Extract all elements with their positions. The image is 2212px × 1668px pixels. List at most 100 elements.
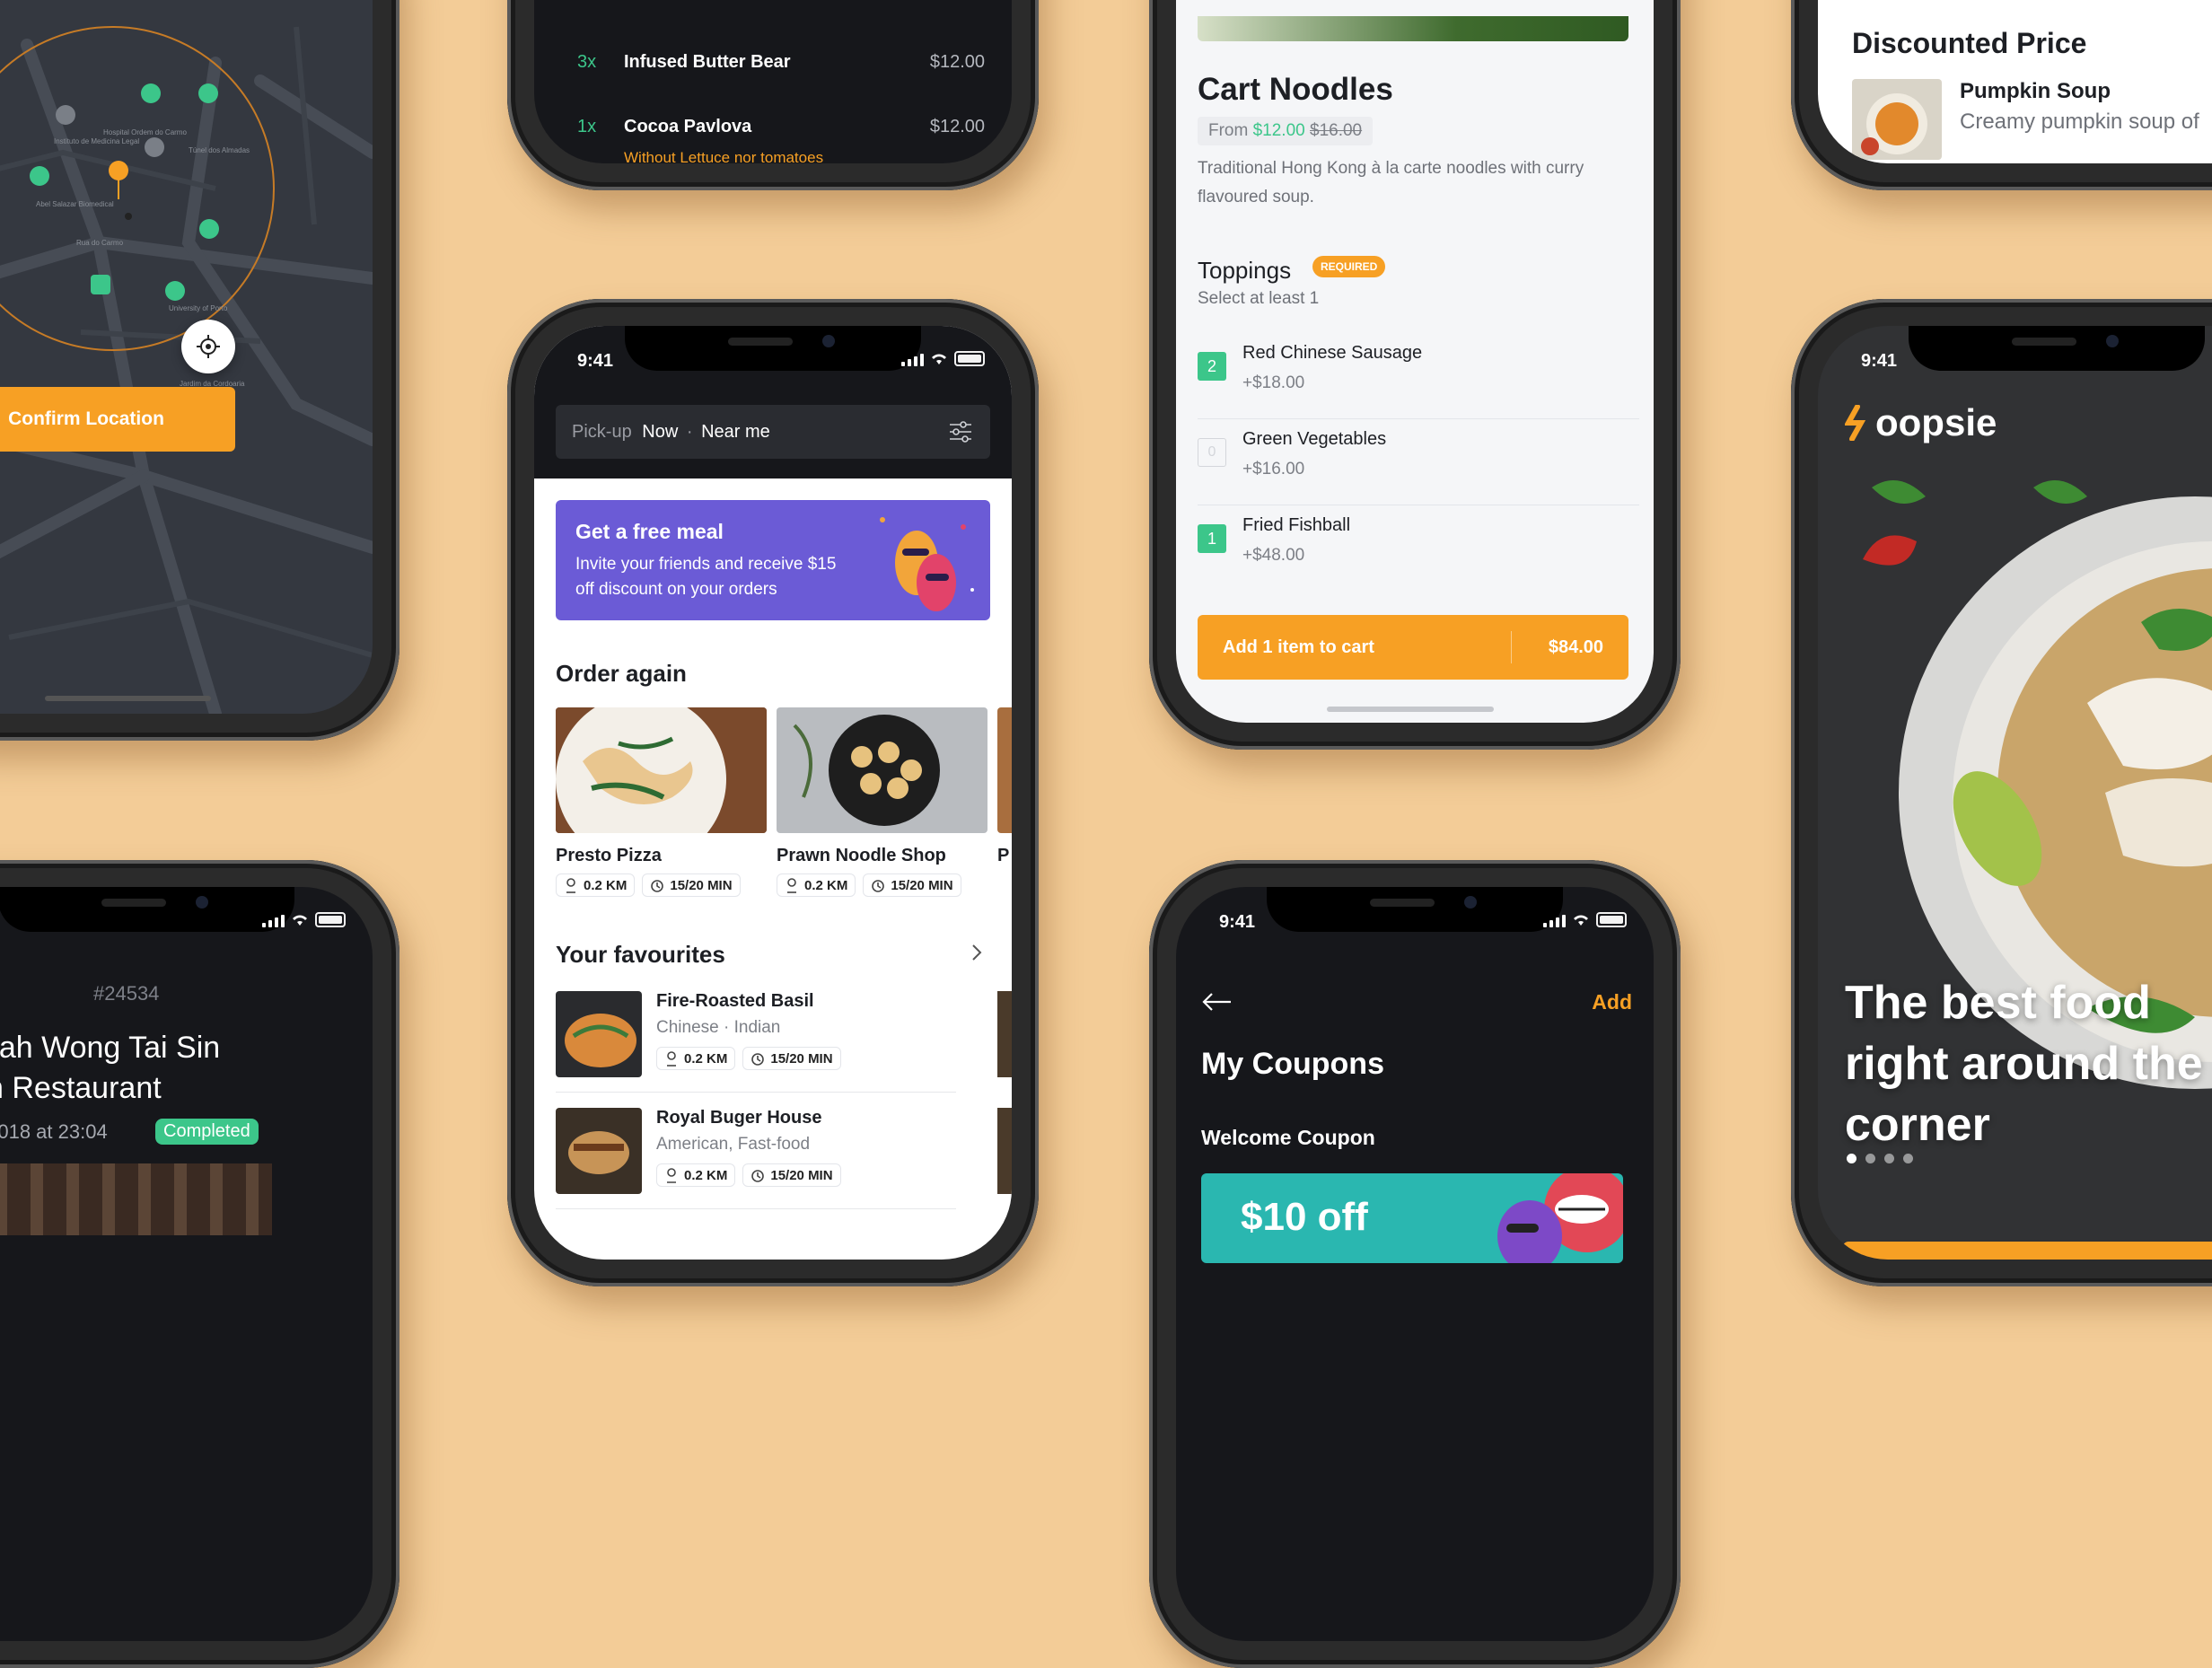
topping-count[interactable]: 2 (1198, 352, 1226, 381)
oopsie-logo-icon (1845, 405, 1866, 441)
distance-value: 0.2 KM (684, 1050, 728, 1067)
favourite-photo (556, 1108, 642, 1194)
back-arrow-icon[interactable] (1201, 992, 1232, 1012)
coupon-section-title: Welcome Coupon (1201, 1126, 1375, 1149)
discounts-screen: Discounted Price Pumpkin Soup Creamy pum… (1818, 0, 2212, 163)
confirm-location-button[interactable]: Confirm Location (0, 387, 235, 452)
filter-icon[interactable] (949, 421, 972, 443)
favourite-name: Royal Buger House (656, 1108, 822, 1128)
search-when[interactable]: Now (642, 422, 678, 442)
favourite-peek (997, 991, 1012, 1077)
discount-section-title: Discounted Price (1852, 27, 2087, 59)
phone-order-summary: 3x Infused Butter Bear $12.00 1x Cocoa P… (507, 0, 1039, 190)
distance-value: 0.2 KM (684, 1167, 728, 1183)
price-old: $16.00 (1310, 121, 1363, 140)
signal-icon (901, 352, 924, 366)
favourite-peek (997, 1108, 1012, 1194)
phone-discounts: Discounted Price Pumpkin Soup Creamy pum… (1791, 0, 2212, 190)
map-label: Túnel dos Almadas (189, 146, 250, 154)
phone-coupons: 9:41 Add My Coupons Welcome Coupon $10 o… (1149, 860, 1681, 1668)
splash-screen: 9:41 oopsie The best food right around t… (1818, 326, 2212, 1260)
duration-chip: 15/20 MIN (863, 874, 961, 897)
search-mode: Pick-up (572, 422, 632, 442)
map-label: University of Porto (169, 304, 228, 312)
pin-icon (667, 1051, 676, 1067)
item-price: $12.00 (929, 117, 985, 136)
favourite-photo (556, 991, 642, 1077)
mascot-illustration (1497, 1173, 1623, 1263)
page-dot-active[interactable] (1847, 1154, 1856, 1163)
add-to-cart-label: Add 1 item to cart (1223, 637, 1374, 657)
status-bar: 9:41 (1176, 905, 1654, 941)
search-separator: · (686, 422, 693, 442)
duration-value: 15/20 MIN (670, 877, 733, 893)
product-screen: Cart Noodles From $12.00 $16.00 Traditio… (1176, 0, 1654, 723)
distance-chip: 0.2 KM (656, 1047, 736, 1070)
order-number: #24534 (93, 982, 160, 1005)
favourite-cuisine: Chinese · Indian (656, 1018, 781, 1037)
search-bar[interactable]: Pick-up Now · Near me (556, 405, 990, 459)
topping-price: +$16.00 (1242, 460, 1305, 478)
topping-name: Red Chinese Sausage (1242, 343, 1423, 363)
topping-count[interactable]: 0 (1198, 438, 1226, 467)
distance-value: 0.2 KM (804, 877, 848, 893)
status-badge: Completed (155, 1119, 259, 1145)
restaurant-title-line2: ch Restaurant (0, 1071, 162, 1105)
distance-chip: 0.2 KM (777, 874, 856, 897)
clock-icon (751, 1053, 765, 1066)
pin-icon (566, 878, 575, 893)
distance-value: 0.2 KM (584, 877, 628, 893)
add-to-cart-button[interactable]: Add 1 item to cart $84.00 (1198, 615, 1628, 680)
phone-splash: 9:41 oopsie The best food right around t… (1791, 299, 2212, 1286)
wifi-icon (932, 354, 946, 364)
battery-icon (1596, 912, 1627, 927)
topping-row[interactable]: 0 Green Vegetables +$16.00 (1198, 422, 1639, 505)
restaurant-photo (0, 1163, 272, 1235)
restaurant-card-peek[interactable] (997, 707, 1012, 833)
coupon-card[interactable]: $10 off (1201, 1173, 1623, 1263)
topping-row[interactable]: 1 Fried Fishball +$48.00 (1198, 508, 1639, 591)
topping-count[interactable]: 1 (1198, 524, 1226, 553)
item-name: Infused Butter Bear (624, 52, 791, 72)
search-where[interactable]: Near me (701, 422, 770, 442)
restaurant-photo (556, 707, 767, 833)
page-indicator[interactable] (1847, 1154, 1913, 1163)
mascot-illustration (880, 517, 974, 611)
restaurant-name: Prawn Noodle Shop (777, 846, 946, 865)
item-qty: 1x (577, 117, 597, 136)
phone-order-detail: #24534 Wah Wong Tai Sin ch Restaurant y … (0, 860, 399, 1668)
distance-chip: 0.2 KM (656, 1163, 736, 1187)
clock-icon (751, 1170, 765, 1182)
headline-line: right around the (1845, 1038, 2203, 1090)
restaurant-card[interactable]: Presto Pizza 0.2 KM 15/20 MIN (556, 707, 767, 897)
phone-map: Hospital Ordem do Carmo Túnel dos Almada… (0, 0, 399, 741)
restaurant-name-peek: P (997, 846, 1010, 865)
product-description: Traditional Hong Kong à la carte noodles… (1198, 159, 1584, 206)
add-coupon-button[interactable]: Add (1592, 990, 1632, 1014)
locate-button[interactable] (181, 320, 235, 373)
discount-photo (1852, 79, 1942, 160)
battery-icon (315, 912, 346, 927)
restaurant-title-line1: Wah Wong Tai Sin (0, 1031, 221, 1065)
wifi-icon (293, 915, 307, 926)
topping-row[interactable]: 2 Red Chinese Sausage +$18.00 (1198, 336, 1639, 419)
signal-icon (262, 913, 285, 927)
clock-icon (651, 880, 664, 892)
page-dot[interactable] (1884, 1154, 1894, 1163)
product-title: Cart Noodles (1198, 72, 1393, 107)
favourite-item[interactable]: Fire-Roasted Basil Chinese · Indian 0.2 … (556, 991, 956, 1093)
brand-logo: oopsie (1845, 401, 1997, 444)
duration-chip: 15/20 MIN (742, 1163, 841, 1187)
page-dot[interactable] (1903, 1154, 1913, 1163)
distance-chip: 0.2 KM (556, 874, 636, 897)
map-label: Hospital Ordem do Carmo (103, 128, 187, 136)
status-bar: 9:41 (1818, 344, 2212, 380)
restaurant-name: Presto Pizza (556, 846, 662, 865)
signal-icon (1543, 913, 1566, 927)
referral-banner[interactable]: Get a free meal Invite your friends and … (556, 500, 990, 620)
chevron-right-icon[interactable] (970, 944, 983, 961)
restaurant-card[interactable]: Prawn Noodle Shop 0.2 KM 15/20 MIN (777, 707, 988, 897)
get-started-button[interactable] (1843, 1242, 2212, 1260)
favourite-item[interactable]: Royal Buger House American, Fast-food 0.… (556, 1108, 956, 1209)
page-dot[interactable] (1865, 1154, 1875, 1163)
